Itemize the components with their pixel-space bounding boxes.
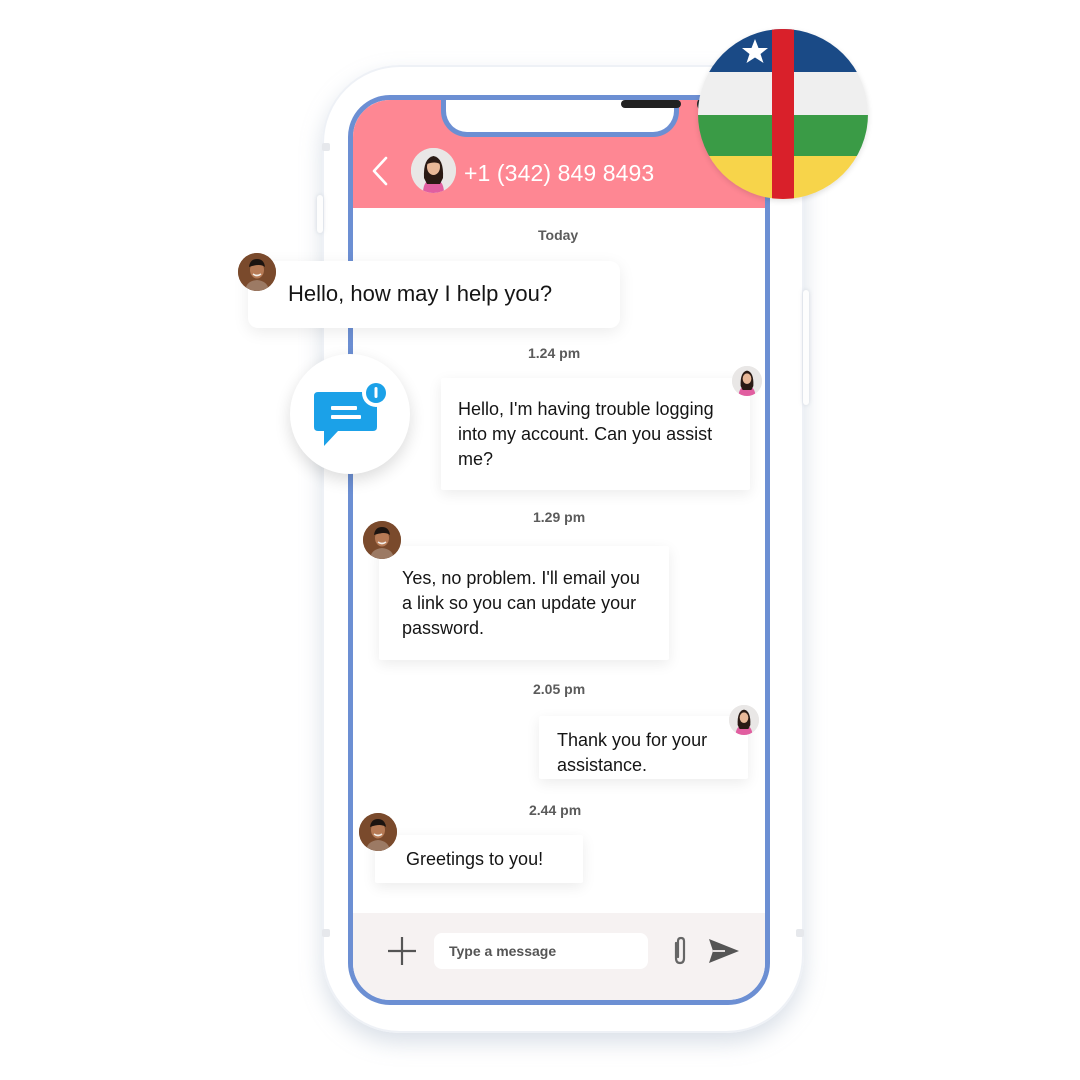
paperclip-icon xyxy=(674,936,686,965)
phone-side-button-left xyxy=(317,195,323,233)
customer-avatar xyxy=(732,366,762,396)
message-timestamp: 2.44 pm xyxy=(529,802,582,818)
message-timestamp: 1.29 pm xyxy=(533,509,586,525)
contact-avatar[interactable] xyxy=(411,148,456,193)
message-timestamp: 2.05 pm xyxy=(533,681,586,697)
message-composer xyxy=(353,913,765,1000)
central-african-republic-flag-icon xyxy=(698,29,868,199)
man-avatar-icon xyxy=(359,813,397,851)
phone-detail xyxy=(322,143,330,151)
floating-greeting-bubble: Hello, how may I help you? xyxy=(248,261,620,328)
woman-avatar-icon xyxy=(729,705,759,735)
message-input[interactable] xyxy=(434,933,648,969)
agent-avatar xyxy=(363,521,401,559)
plus-icon xyxy=(388,937,416,965)
phone-detail xyxy=(796,929,804,937)
man-avatar-icon xyxy=(363,521,401,559)
chevron-left-icon xyxy=(372,156,388,186)
attach-button[interactable] xyxy=(668,935,692,967)
message-timestamp: 1.24 pm xyxy=(528,345,581,361)
phone-detail xyxy=(322,929,330,937)
woman-avatar-icon xyxy=(732,366,762,396)
message-bubble-incoming: Greetings to you! xyxy=(375,835,583,883)
message-bubble-outgoing: Hello, I'm having trouble logging into m… xyxy=(441,378,750,490)
agent-avatar xyxy=(238,253,276,291)
message-bubble-incoming: Yes, no problem. I'll email you a link s… xyxy=(379,546,669,660)
message-bubble-outgoing: Thank you for your assistance. xyxy=(539,716,748,779)
back-button[interactable] xyxy=(368,155,392,187)
phone-side-button-right xyxy=(803,290,809,405)
phone-screen: +1 (342) 849 8493 Today 1.24 pm Hello, I… xyxy=(348,95,770,1005)
send-button[interactable] xyxy=(707,937,741,965)
send-icon xyxy=(709,939,739,963)
woman-avatar-icon xyxy=(411,148,456,193)
contact-phone-number: +1 (342) 849 8493 xyxy=(464,160,655,186)
phone-notch xyxy=(441,100,713,137)
agent-avatar xyxy=(359,813,397,851)
add-button[interactable] xyxy=(386,935,418,967)
chat-bubble-alert-icon xyxy=(314,379,390,446)
speaker-grille xyxy=(621,100,681,108)
man-avatar-icon xyxy=(238,253,276,291)
chat-notification-button[interactable] xyxy=(290,354,410,474)
customer-avatar xyxy=(729,705,759,735)
date-separator: Today xyxy=(538,227,579,243)
